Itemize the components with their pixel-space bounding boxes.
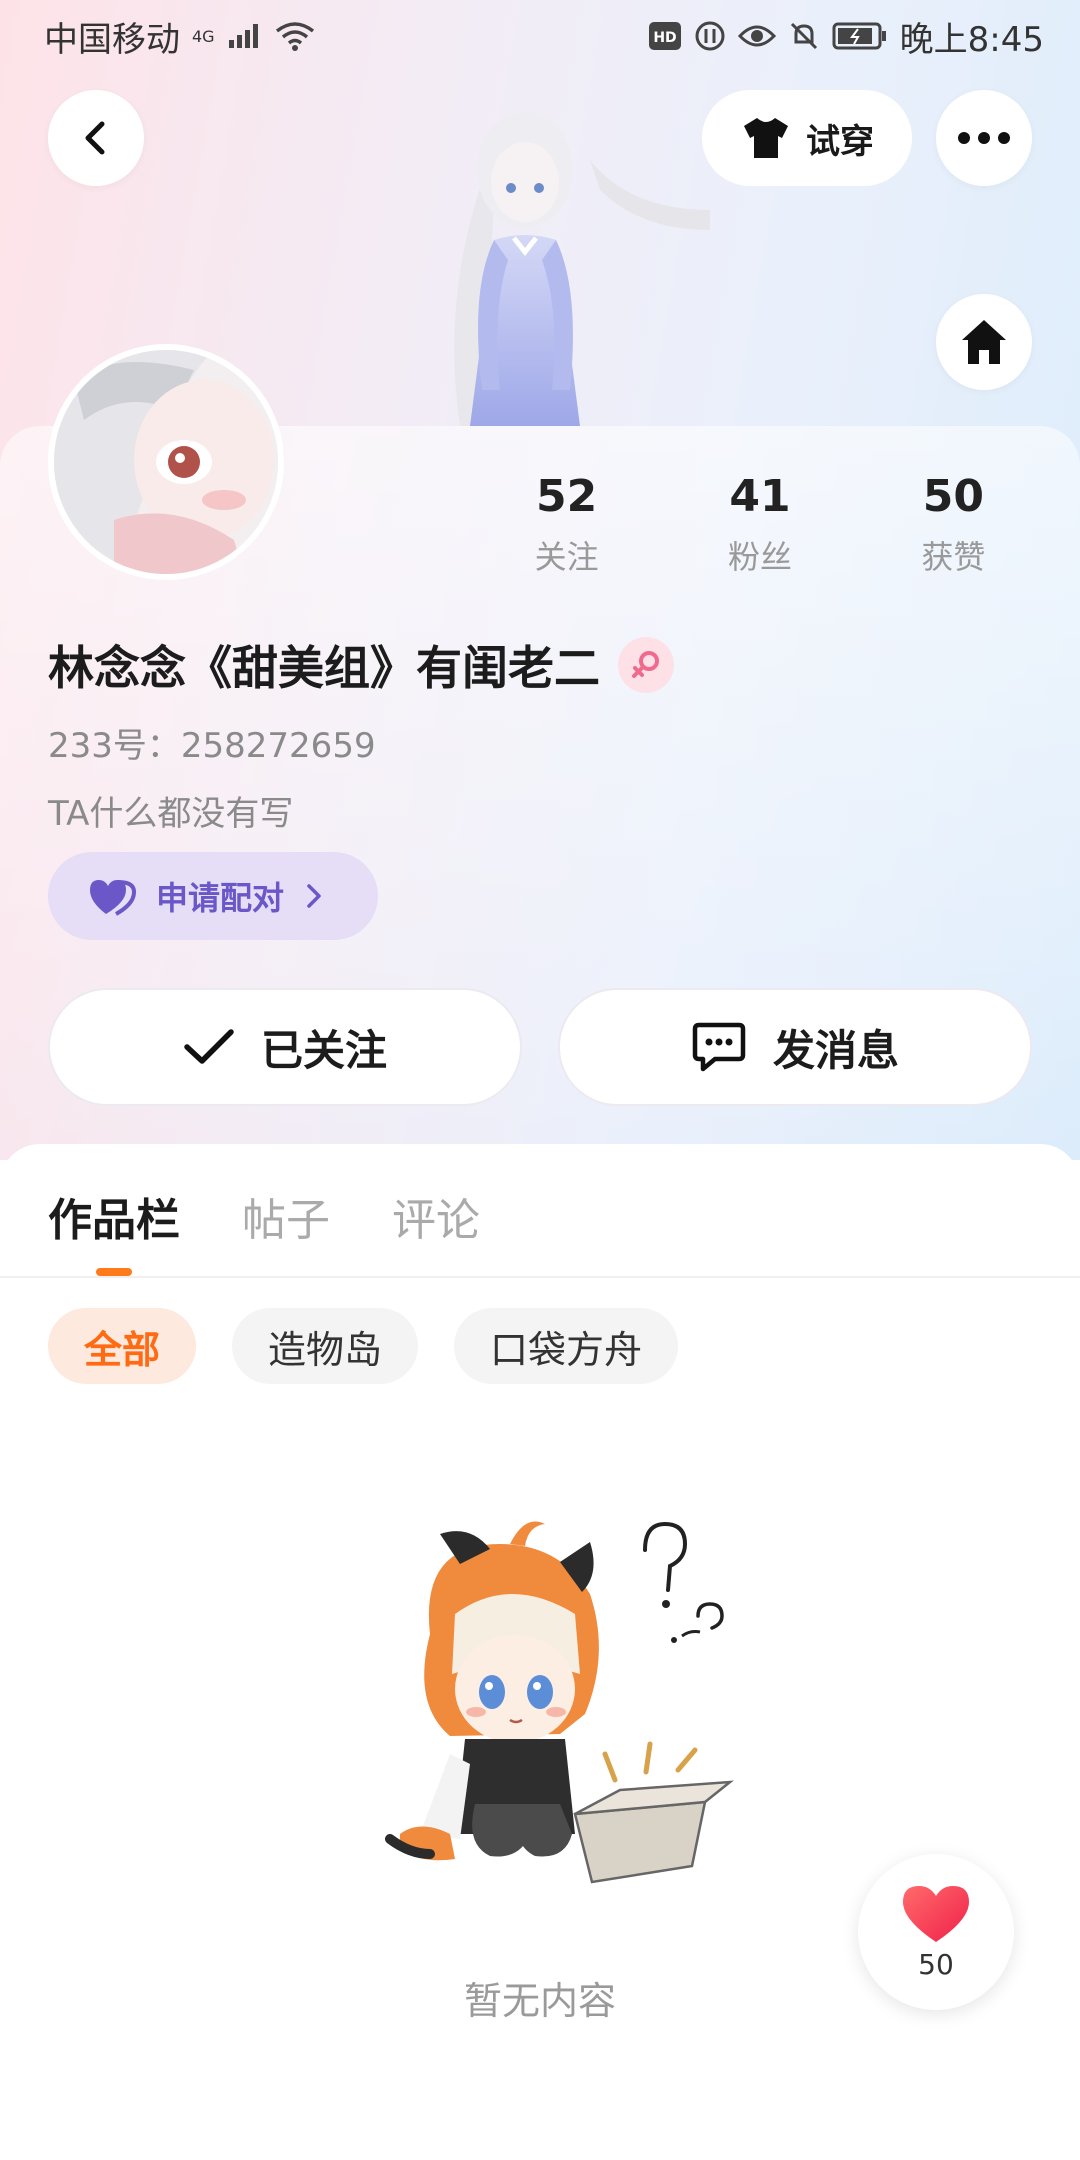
- chip-pocket-ark[interactable]: 口袋方舟: [454, 1308, 679, 1384]
- stat-followers[interactable]: 41 粉丝: [663, 470, 856, 578]
- gender-badge: [618, 637, 674, 693]
- back-button[interactable]: [48, 90, 144, 186]
- carrier-name: 中国移动: [44, 19, 180, 60]
- try-on-label: 试穿: [806, 121, 874, 162]
- battery-icon: [832, 21, 888, 51]
- stat-likes-value: 50: [922, 471, 984, 522]
- name-row: 林念念《甜美组》有闺老二: [48, 632, 674, 698]
- tab-comments[interactable]: 评论: [392, 1184, 480, 1254]
- stat-likes[interactable]: 50 获赞: [857, 470, 1050, 578]
- svg-text:HD: HD: [653, 30, 676, 46]
- followed-label: 已关注: [260, 1025, 387, 1075]
- chevron-right-icon: [307, 884, 321, 908]
- avatar[interactable]: [48, 344, 284, 580]
- home-icon: [962, 320, 1006, 364]
- chevron-left-icon: [85, 121, 105, 155]
- profile-stats: 52 关注 41 粉丝 50 获赞: [470, 470, 1050, 578]
- status-right: HD 晚上8:45: [648, 12, 1044, 61]
- heart-icon: [903, 1885, 969, 1942]
- content-tabs: 作品栏 帖子 评论: [48, 1184, 480, 1254]
- chat-icon: [692, 1022, 746, 1072]
- chip-all[interactable]: 全部: [48, 1308, 197, 1384]
- data-icon: [694, 20, 726, 52]
- tab-works[interactable]: 作品栏: [48, 1184, 180, 1254]
- pair-request-button[interactable]: 申请配对: [48, 852, 378, 940]
- stat-likes-label: 获赞: [921, 538, 986, 576]
- pair-request-label: 申请配对: [156, 879, 285, 917]
- eye-icon: [737, 22, 776, 50]
- filter-chips: 全部 造物岛 口袋方舟: [48, 1308, 679, 1384]
- more-icon: [958, 132, 1010, 144]
- like-count: 50: [918, 1947, 954, 1981]
- heart-pair-icon: [90, 880, 136, 916]
- shirt-icon: [744, 118, 788, 158]
- stat-following[interactable]: 52 关注: [470, 470, 663, 578]
- user-name: 林念念《甜美组》有闺老二: [48, 641, 600, 695]
- user-bio: TA什么都没有写: [48, 794, 294, 834]
- character-figure[interactable]: [390, 90, 720, 426]
- home-button[interactable]: [936, 294, 1032, 390]
- stat-following-value: 52: [536, 471, 598, 522]
- message-button[interactable]: 发消息: [558, 988, 1032, 1106]
- clock: 晚上8:45: [899, 19, 1044, 60]
- wifi-icon: [275, 21, 315, 51]
- hd-icon: HD: [648, 21, 682, 51]
- like-button[interactable]: 50: [858, 1854, 1014, 2010]
- followed-button[interactable]: 已关注: [48, 988, 522, 1106]
- mute-icon: [788, 20, 820, 52]
- check-icon: [184, 1029, 234, 1064]
- active-tab-indicator: [96, 1268, 132, 1276]
- female-icon: [632, 651, 659, 678]
- stat-followers-label: 粉丝: [727, 538, 792, 576]
- profile-page: 中国移动 4G HD 晚上8:45 试穿 52 关注 41 粉丝 50 获赞 林…: [0, 0, 1080, 2160]
- message-label: 发消息: [772, 1025, 899, 1075]
- try-on-button[interactable]: 试穿: [702, 90, 912, 186]
- more-button[interactable]: [936, 90, 1032, 186]
- chip-creation-island[interactable]: 造物岛: [232, 1308, 419, 1384]
- tab-divider: [0, 1276, 1080, 1278]
- signal-icon: [227, 22, 263, 50]
- stat-following-label: 关注: [534, 538, 599, 576]
- empty-state-illustration: [360, 1504, 760, 1924]
- tab-posts[interactable]: 帖子: [242, 1184, 330, 1254]
- user-id: 233号：258272659: [48, 726, 376, 766]
- status-left: 中国移动 4G: [44, 12, 315, 61]
- stat-followers-value: 41: [729, 471, 791, 522]
- status-bar: 中国移动 4G HD 晚上8:45: [0, 0, 1080, 72]
- network-type: 4G: [192, 26, 215, 46]
